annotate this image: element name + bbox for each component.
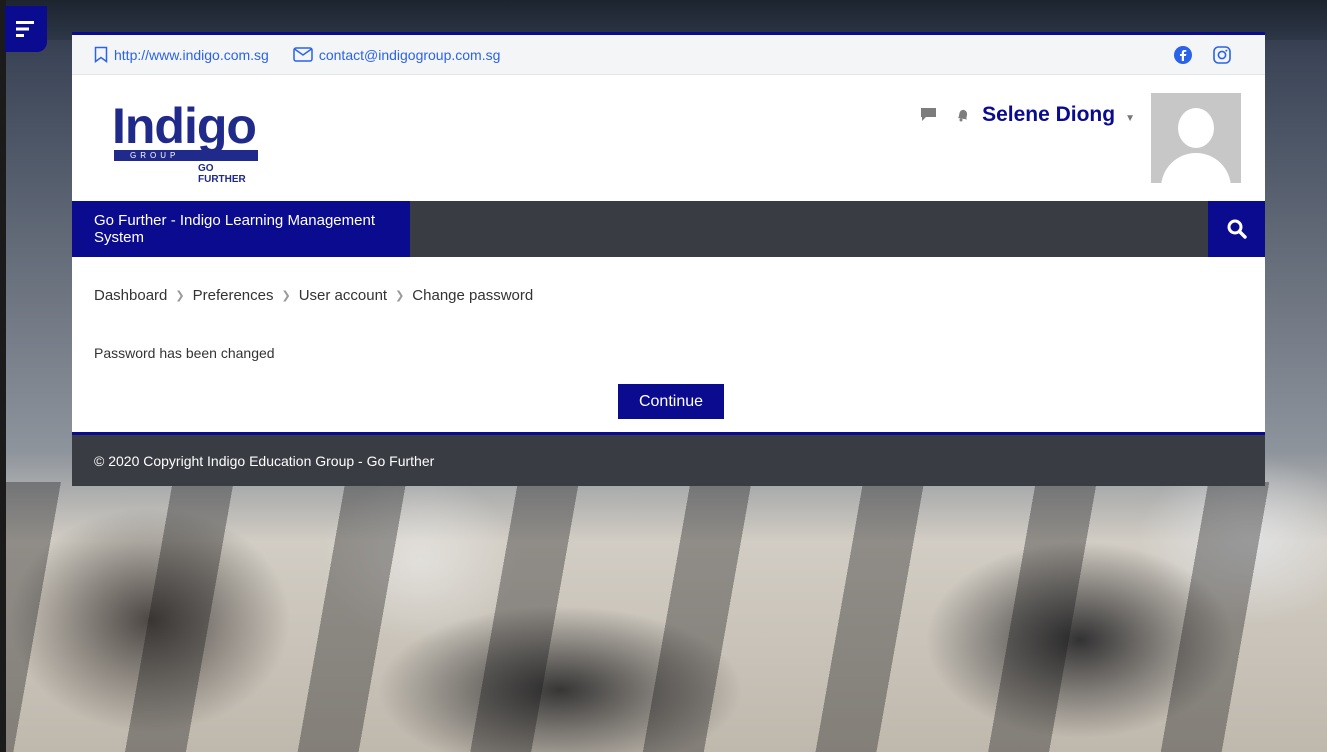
- instagram-icon[interactable]: [1213, 45, 1231, 64]
- indigo-logo[interactable]: Indigo GROUP GO FURTHER: [112, 98, 262, 185]
- logo-tagline: GO FURTHER: [198, 163, 246, 185]
- breadcrumb-change-password[interactable]: Change password: [412, 287, 533, 304]
- chevron-right-icon: ❯: [175, 290, 185, 302]
- chevron-down-icon[interactable]: ▼: [1125, 113, 1135, 124]
- window-edge: [0, 0, 6, 752]
- logo-wordmark: Indigo: [112, 98, 257, 154]
- site-header: Indigo GROUP GO FURTHER Selene Diong ▼: [72, 75, 1265, 201]
- website-link[interactable]: http://www.indigo.com.sg: [94, 46, 269, 63]
- drawer-toggle-button[interactable]: [5, 6, 47, 52]
- avatar-body: [1161, 153, 1231, 183]
- breadcrumb: Dashboard ❯ Preferences ❯ User account ❯…: [94, 287, 533, 304]
- logo-band: GROUP: [114, 150, 258, 161]
- breadcrumb-user-account[interactable]: User account: [299, 287, 387, 304]
- mail-icon: [293, 47, 313, 62]
- copyright-text: © 2020 Copyright Indigo Education Group …: [94, 452, 435, 469]
- menu-icon: [16, 21, 34, 37]
- breadcrumb-preferences[interactable]: Preferences: [193, 287, 274, 304]
- page-container: http://www.indigo.com.sg contact@indigog…: [72, 32, 1265, 486]
- website-link-text: http://www.indigo.com.sg: [114, 46, 269, 63]
- main-content: Dashboard ❯ Preferences ❯ User account ❯…: [72, 257, 1265, 429]
- bell-icon[interactable]: [955, 107, 970, 122]
- social-links: [1173, 45, 1243, 65]
- avatar[interactable]: [1151, 93, 1241, 183]
- message-icon[interactable]: [920, 107, 937, 122]
- header-icons: [920, 107, 970, 122]
- footer: © 2020 Copyright Indigo Education Group …: [72, 432, 1265, 486]
- avatar-head: [1178, 108, 1214, 148]
- user-menu-area: Selene Diong ▼: [920, 93, 1241, 183]
- chevron-right-icon: ❯: [395, 290, 405, 302]
- site-title-link[interactable]: Go Further - Indigo Learning Management …: [72, 201, 410, 257]
- email-link-text: contact@indigogroup.com.sg: [318, 46, 501, 63]
- top-contact-bar: http://www.indigo.com.sg contact@indigog…: [72, 35, 1265, 75]
- user-name[interactable]: Selene Diong: [982, 103, 1115, 127]
- continue-button[interactable]: Continue: [618, 384, 724, 419]
- status-message: Password has been changed: [94, 345, 275, 361]
- email-link[interactable]: contact@indigogroup.com.sg: [293, 46, 501, 63]
- navbar: Go Further - Indigo Learning Management …: [72, 201, 1265, 257]
- facebook-icon[interactable]: [1173, 45, 1193, 65]
- search-icon: [1227, 219, 1247, 239]
- bookmark-icon: [94, 46, 108, 63]
- chevron-right-icon: ❯: [281, 290, 291, 302]
- search-button[interactable]: [1208, 201, 1265, 257]
- breadcrumb-dashboard[interactable]: Dashboard: [94, 287, 167, 304]
